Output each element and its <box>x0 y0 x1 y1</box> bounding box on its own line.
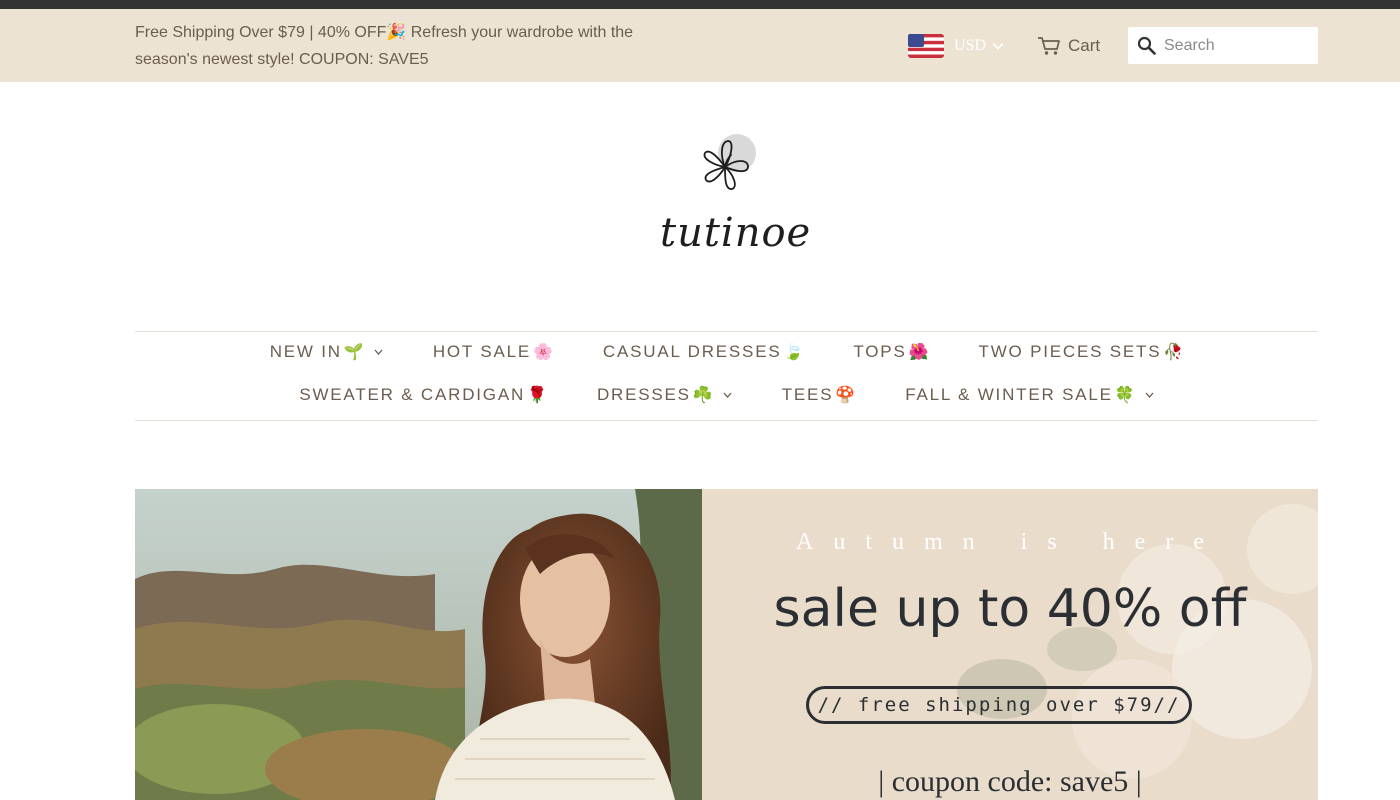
nav-item-label: FALL & WINTER SALE <box>905 385 1113 404</box>
hero-model-photo <box>135 489 702 800</box>
nav-row-2: SWEATER & CARDIGAN 🌹 DRESSES ☘️ TEES 🍄 F… <box>135 385 1318 405</box>
nav-row-1: NEW IN 🌱 HOT SALE 🌸 CASUAL DRESSES 🍃 TOP… <box>135 342 1318 362</box>
wilted-flower-icon: 🥀 <box>1163 344 1184 361</box>
nav-item-tops[interactable]: TOPS 🌺 <box>853 342 928 362</box>
currency-selector[interactable]: USD <box>908 33 1004 59</box>
cherry-blossom-icon: 🌸 <box>532 344 553 361</box>
hero-banner[interactable]: Autumn is here sale up to 40% off // fre… <box>135 489 1318 800</box>
store-logo[interactable]: tutinoe <box>660 122 812 267</box>
leaf-icon: 🍃 <box>783 344 804 361</box>
four-leaf-clover-icon: 🍀 <box>1114 387 1135 404</box>
chevron-down-icon <box>1145 392 1154 398</box>
hero-eyebrow: Autumn is here <box>796 529 1224 555</box>
nav-item-sweater-cardigan[interactable]: SWEATER & CARDIGAN 🌹 <box>299 385 547 405</box>
cart-link[interactable]: Cart <box>1037 34 1100 58</box>
nav-item-label: HOT SALE <box>432 342 531 361</box>
nav-item-label: DRESSES <box>596 385 691 404</box>
store-logo-text: tutinoe <box>660 210 812 256</box>
chevron-down-icon <box>374 349 383 355</box>
chevron-down-icon <box>992 42 1004 50</box>
nav-item-new-in[interactable]: NEW IN 🌱 <box>270 342 383 362</box>
mushroom-icon: 🍄 <box>835 387 856 404</box>
nav-item-dresses[interactable]: DRESSES ☘️ <box>597 385 732 405</box>
top-strip <box>0 0 1400 9</box>
coupon-code: | coupon code: save5 | <box>878 765 1142 798</box>
hero-headline: sale up to 40% off <box>773 579 1247 639</box>
nav-item-fall-winter-sale[interactable]: FALL & WINTER SALE 🍀 <box>905 385 1154 405</box>
nav-item-label: TWO PIECES SETS <box>978 342 1162 361</box>
nav-item-label: TEES <box>781 385 834 404</box>
search-input[interactable] <box>1164 36 1304 55</box>
nav-item-tees[interactable]: TEES 🍄 <box>782 385 856 405</box>
announcement-bar: Free Shipping Over $79 | 40% OFF🎉 Refres… <box>0 9 1400 82</box>
flower-logo-icon <box>703 134 756 190</box>
currency-code: USD <box>954 37 987 54</box>
search-icon[interactable] <box>1137 36 1156 55</box>
nav-item-label: NEW IN <box>269 342 342 361</box>
announcement-text: Free Shipping Over $79 | 40% OFF🎉 Refres… <box>135 24 634 68</box>
nav-item-casual-dresses[interactable]: CASUAL DRESSES 🍃 <box>603 342 804 362</box>
nav-item-label: CASUAL DRESSES <box>602 342 782 361</box>
chevron-down-icon <box>723 392 732 398</box>
search-box[interactable] <box>1128 27 1318 64</box>
nav-item-label: SWEATER & CARDIGAN <box>299 385 526 404</box>
us-flag-icon <box>908 34 944 58</box>
seedling-icon: 🌱 <box>343 344 364 361</box>
main-nav: NEW IN 🌱 HOT SALE 🌸 CASUAL DRESSES 🍃 TOP… <box>135 331 1318 421</box>
rose-icon: 🌹 <box>527 387 547 404</box>
shipping-pill: // free shipping over $79// <box>806 686 1192 724</box>
nav-item-hot-sale[interactable]: HOT SALE 🌸 <box>433 342 553 362</box>
hibiscus-icon: 🌺 <box>908 344 929 361</box>
nav-item-label: TOPS <box>853 342 907 361</box>
hero-promo-panel: Autumn is here sale up to 40% off // fre… <box>702 489 1318 800</box>
cart-label: Cart <box>1068 36 1101 55</box>
nav-item-two-pieces-sets[interactable]: TWO PIECES SETS 🥀 <box>979 342 1184 362</box>
shamrock-icon: ☘️ <box>692 387 713 404</box>
cart-icon <box>1038 37 1060 55</box>
